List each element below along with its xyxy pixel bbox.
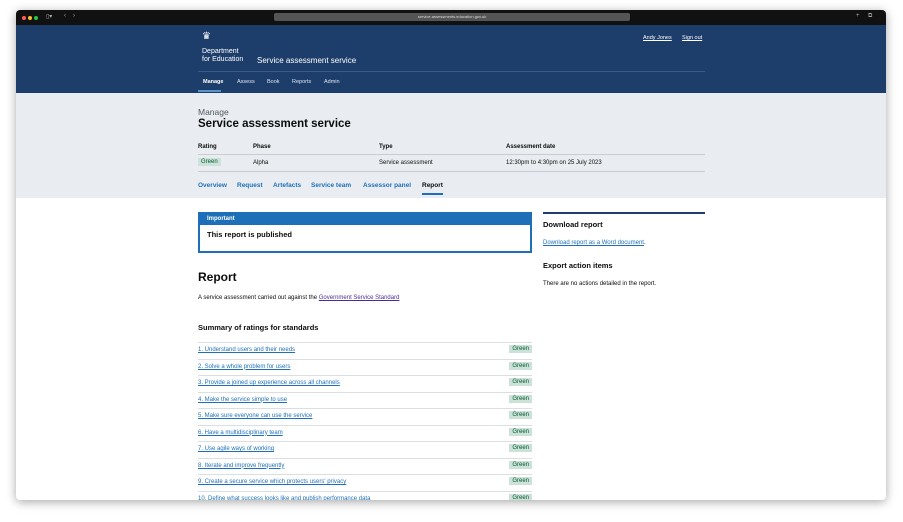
standard-rating-badge: Green [509,361,532,370]
address-bar[interactable]: service-assessments.education.gov.uk [274,13,630,21]
table-divider [198,154,705,155]
important-banner: Important This report is published [198,212,532,253]
standard-link[interactable]: 5. Make sure everyone can use the servic… [198,413,312,419]
nav-manage[interactable]: Manage [203,79,223,85]
standard-rating-badge: Green [509,460,532,469]
standard-row: 6. Have a multidisciplinary team Green [198,424,532,442]
standard-row: 1. Understand users and their needs Green [198,342,532,359]
standard-link[interactable]: 3. Provide a joined up experience across… [198,380,340,386]
standard-rating-badge: Green [509,444,532,452]
download-suffix: . [643,240,646,246]
nav-book[interactable]: Book [267,79,280,85]
standard-row: 7. Use agile ways of working Green [198,441,532,458]
export-text: There are no actions detailed in the rep… [543,281,657,287]
standard-link[interactable]: 7. Use agile ways of working [198,446,274,452]
tab-request[interactable]: Request [237,182,263,189]
close-window-icon[interactable] [22,16,26,20]
tab-service-team[interactable]: Service team [311,182,351,189]
standard-row: 9. Create a secure service which protect… [198,474,532,491]
royal-crest-icon: ♛ [202,31,211,42]
page-title: Service assessment service [198,118,351,130]
banner-message: This report is published [207,230,293,239]
intro-text: A service assessment carried out against… [198,295,319,301]
summary-panel: Manage Service assessment service Rating… [16,93,886,198]
service-standard-link[interactable]: Government Service Standard [319,295,400,301]
rating-header: Rating [198,144,217,150]
tab-artefacts[interactable]: Artefacts [273,182,301,189]
org-line-2: for Education [202,56,244,63]
nav-reports[interactable]: Reports [292,79,311,85]
browser-toolbar: ▯▾ ‹ › service-assessments.education.gov… [16,10,886,25]
download-word-link[interactable]: Download report as a Word document [543,240,644,246]
sidebar-top-border [543,212,705,214]
standard-row: 5. Make sure everyone can use the servic… [198,408,532,425]
standard-row: 3. Provide a joined up experience across… [198,375,532,392]
standard-row: 10. Define what success looks like and p… [198,490,532,501]
standard-link[interactable]: 2. Solve a whole problem for users [198,364,290,370]
tab-overview[interactable]: Overview [198,182,227,189]
org-line-1: Department [202,48,239,55]
standard-rating-badge: Green [509,477,532,485]
date-header: Assessment date [506,144,556,150]
standard-row: 8. Iterate and improve frequently Green [198,457,532,475]
banner-title: Important [200,214,530,225]
standard-link[interactable]: 9. Create a secure service which protect… [198,479,346,485]
user-account-link[interactable]: Andy Jones [643,35,672,41]
phase-header: Phase [253,144,271,150]
maximize-window-icon[interactable] [34,16,38,20]
header-divider [198,71,705,72]
page-caption: Manage [198,107,229,117]
standard-rating-badge: Green [509,493,532,500]
summary-heading: Summary of ratings for standards [198,323,319,332]
nav-admin[interactable]: Admin [324,79,340,85]
department-logo[interactable]: Department for Education [202,48,243,64]
rating-badge: Green [198,158,221,166]
date-value: 12:30pm to 4:30pm on 25 July 2023 [506,160,602,166]
browser-window: ▯▾ ‹ › service-assessments.education.gov… [16,10,886,500]
site-header: ♛ Department for Education Service assess… [16,25,886,93]
standard-link[interactable]: 10. Define what success looks like and p… [198,496,370,501]
service-name-link[interactable]: Service assessment service [257,56,356,65]
type-value: Service assessment [379,160,433,166]
type-header: Type [379,144,393,150]
sidebar-icon[interactable]: ▯▾ [46,13,52,20]
standard-link[interactable]: 4. Make the service simple to use [198,397,287,403]
standard-rating-badge: Green [509,378,532,386]
sign-out-link[interactable]: Sign out [682,35,702,41]
standard-link[interactable]: 1. Understand users and their needs [198,347,295,353]
tabs-overview-icon[interactable]: ⧉ [868,13,872,20]
download-line: Download report as a Word document. [543,240,646,246]
standard-rating-badge: Green [509,345,532,353]
export-heading: Export action items [543,261,613,270]
standard-row: 2. Solve a whole problem for users Green [198,358,532,376]
standard-rating-badge: Green [509,411,532,419]
standard-rating-badge: Green [509,427,532,436]
minimize-window-icon[interactable] [28,16,32,20]
standard-row: 4. Make the service simple to use Green [198,391,532,409]
standard-link[interactable]: 6. Have a multidisciplinary team [198,430,283,436]
table-divider [198,171,705,172]
report-intro: A service assessment carried out against… [198,295,399,301]
tab-report[interactable]: Report [422,182,443,195]
standard-rating-badge: Green [509,394,532,403]
standard-link[interactable]: 8. Iterate and improve frequently [198,463,284,469]
nav-active-indicator [198,90,221,92]
phase-value: Alpha [253,160,269,166]
back-icon[interactable]: ‹ [64,13,66,19]
forward-icon[interactable]: › [73,13,75,19]
download-heading: Download report [543,220,603,229]
tab-assessor-panel[interactable]: Assessor panel [363,182,411,189]
main-content: Important This report is published Repor… [16,198,886,500]
report-heading: Report [198,270,237,284]
new-tab-icon[interactable]: + [856,13,860,19]
nav-assess[interactable]: Assess [237,79,255,85]
